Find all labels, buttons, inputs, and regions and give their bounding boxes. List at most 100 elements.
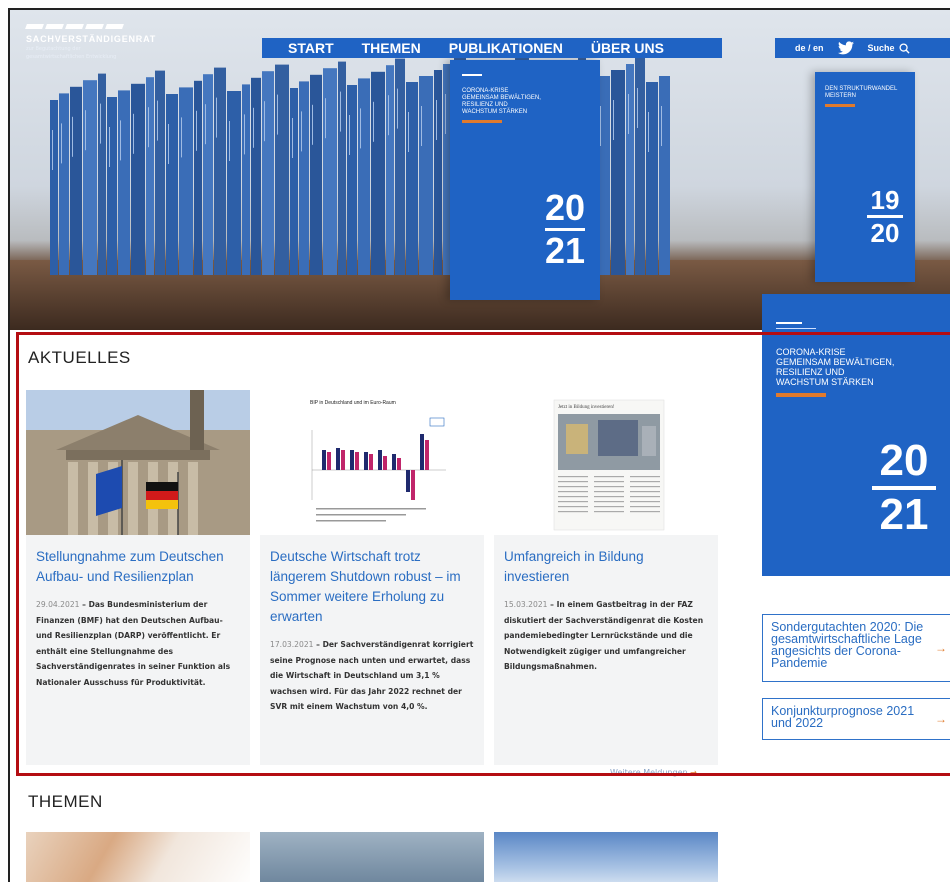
book-spine xyxy=(635,58,645,275)
news-card[interactable]: Stellungnahme zum Deutschen Aufbau- und … xyxy=(26,390,250,765)
sidebar-link-label: Konjunkturprognose 2021 und 2022 xyxy=(771,704,915,730)
site-logo[interactable]: SACHVERSTÄNDIGENRAT zur Begutachtung der… xyxy=(25,24,206,70)
arrow-right-icon: → xyxy=(690,768,697,777)
book-spine xyxy=(419,76,433,275)
book-spine-label xyxy=(637,88,638,128)
main-navigation: START THEMEN PUBLIKATIONEN ÜBER UNS xyxy=(262,38,722,58)
themen-tile-image[interactable] xyxy=(260,832,484,882)
feature-line: GEMEINSAM BEWÄLTIGEN, xyxy=(776,357,895,367)
book-spine-label xyxy=(600,106,601,146)
nav-item-ueber-uns[interactable]: ÜBER UNS xyxy=(577,40,678,56)
book2-line: DEN STRUKTURWANDEL xyxy=(825,86,898,92)
book-spine-label xyxy=(340,91,341,132)
news-card-title[interactable]: Deutsche Wirtschaft trotz längerem Shutd… xyxy=(260,535,484,627)
news-card-text: 17.03.2021 – Der Sachverständigenrat kor… xyxy=(260,627,484,715)
book-spine xyxy=(146,77,154,275)
logo-subtitle: gesamtwirtschaftlichen Entwicklung xyxy=(26,54,117,60)
news-card-date: 29.04.2021 xyxy=(36,600,80,609)
news-card-title[interactable]: Stellungnahme zum Deutschen Aufbau- und … xyxy=(26,535,250,587)
book-spine-label xyxy=(360,108,361,149)
feature-line: WACHSTUM STÄRKEN xyxy=(776,377,874,387)
article-headline: Jetzt in Bildung investieren! xyxy=(558,405,615,410)
book2-year: 19 20 xyxy=(867,187,903,246)
news-card-date: 17.03.2021 xyxy=(270,640,314,649)
book-spine xyxy=(434,70,442,275)
book-spine-label xyxy=(312,104,313,145)
more-news-link[interactable]: Weitere Meldungen → xyxy=(610,768,697,777)
book-spine-label xyxy=(109,127,110,167)
book-spine xyxy=(59,93,69,276)
search-button[interactable]: Suche xyxy=(867,42,910,54)
book-spine xyxy=(118,90,130,276)
book-spine-label xyxy=(648,112,649,152)
more-news-label: Weitere Meldungen xyxy=(610,768,688,777)
book-spine xyxy=(646,82,658,275)
twitter-icon[interactable] xyxy=(837,41,854,55)
book-spine-label xyxy=(120,120,121,161)
book-spine-label xyxy=(445,94,446,134)
report-cover-2019-20: DEN STRUKTURWANDEL MEISTERN 19 20 xyxy=(815,72,915,282)
book-spine xyxy=(406,82,418,275)
book-spine xyxy=(155,70,165,275)
featured-report-teaser[interactable]: CORONA-KRISE GEMEINSAM BEWÄLTIGEN, RESIL… xyxy=(762,294,950,576)
book-spine-label xyxy=(325,98,326,139)
book-spine-label xyxy=(301,111,302,152)
book-spine-label xyxy=(168,124,169,164)
nav-item-start[interactable]: START xyxy=(262,40,348,56)
themen-tile-image[interactable] xyxy=(26,832,250,882)
utility-bar: de / en Suche xyxy=(775,38,950,58)
book-spine xyxy=(214,67,226,275)
sidebar-link-sondergutachten[interactable]: Sondergutachten 2020: Die gesamtwirtscha… xyxy=(762,614,950,682)
news-card-lead: – Das Bundesministerium der Finanzen (BM… xyxy=(36,600,231,687)
sidebar-link-konjunkturprognose[interactable]: Konjunkturprognose 2021 und 2022 → xyxy=(762,698,950,740)
hero-banner: DEN STRUKTURWANDEL MEISTERN 19 20 CORONA-… xyxy=(10,10,950,330)
newspaper-article-image: Jetzt in Bildung investieren! xyxy=(494,390,718,535)
book-spine-label xyxy=(264,101,265,142)
nav-item-themen[interactable]: THEMEN xyxy=(348,40,435,56)
book-spine xyxy=(358,78,370,276)
search-label: Suche xyxy=(867,43,895,53)
book-spine xyxy=(83,80,97,275)
book1-line: GEMEINSAM BEWÄLTIGEN, xyxy=(462,95,541,101)
book-spine xyxy=(659,76,673,275)
book-spine-label xyxy=(148,107,149,148)
feature-line: CORONA-KRISE xyxy=(776,347,846,357)
book-spine-label xyxy=(244,114,245,155)
book-spine-label xyxy=(613,100,614,140)
news-card-text: 29.04.2021 – Das Bundesministerium der F… xyxy=(26,587,250,690)
book1-line: CORONA-KRISE xyxy=(462,88,509,94)
language-switch[interactable]: de / en xyxy=(795,43,824,53)
news-card-title[interactable]: Umfangreich in Bildung investieren xyxy=(494,535,718,587)
nav-item-publikationen[interactable]: PUBLIKATIONEN xyxy=(435,40,577,56)
gdp-chart-image: BIP in Deutschland und im Euro-Raum xyxy=(260,390,484,535)
browser-viewport: DEN STRUKTURWANDEL MEISTERN 19 20 CORONA-… xyxy=(8,8,950,882)
book-spine-label xyxy=(253,107,254,148)
book-spine xyxy=(395,58,405,275)
book-spine xyxy=(98,73,106,275)
book-spine-label xyxy=(52,130,53,170)
book-spine-label xyxy=(388,95,389,136)
book-spine-label xyxy=(628,94,629,134)
search-icon xyxy=(898,42,910,54)
news-card[interactable]: Jetzt in Bildung investieren! Umfangreic… xyxy=(494,390,718,765)
news-card-text: 15.03.2021 – In einem Gastbeitrag in der… xyxy=(494,587,718,675)
gdp-chart-title: BIP in Deutschland und im Euro-Raum xyxy=(310,400,396,406)
book-spine-label xyxy=(373,101,374,142)
book-spine-label xyxy=(196,110,197,151)
book-spine xyxy=(386,65,394,275)
book-spine-label xyxy=(61,123,62,164)
book1-line: WACHSTUM STÄRKEN xyxy=(462,109,528,115)
news-card-lead: – Der Sachverständigenrat korrigiert sei… xyxy=(270,640,474,711)
section-heading-aktuelles: AKTUELLES xyxy=(28,348,131,367)
book-spine-label xyxy=(100,103,101,144)
arrow-right-icon: → xyxy=(935,641,947,655)
news-card-date: 15.03.2021 xyxy=(504,600,548,609)
book-spine xyxy=(194,80,202,275)
news-card[interactable]: BIP in Deutschland und im Euro-Raum Deut… xyxy=(260,390,484,765)
book2-line: MEISTERN xyxy=(825,93,857,99)
book-spine-label xyxy=(157,100,158,141)
themen-tile-image[interactable] xyxy=(494,832,718,882)
book-spine xyxy=(203,74,213,275)
book-spine xyxy=(70,86,82,275)
book-spine xyxy=(290,88,298,275)
